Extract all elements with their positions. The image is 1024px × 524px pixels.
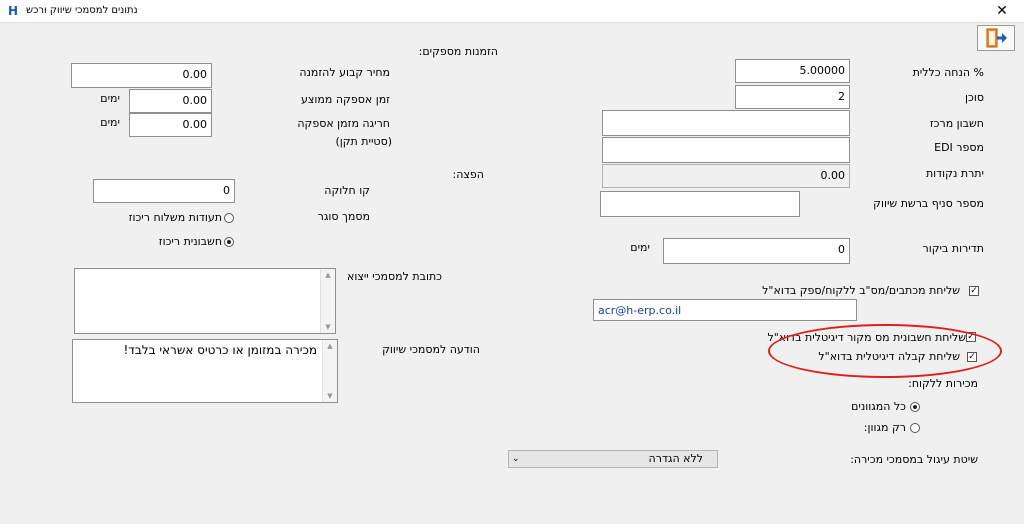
distribution-label: הפצה: — [452, 168, 484, 181]
visit-frequency-label: תדירות ביקור — [922, 242, 984, 255]
chevron-down-icon: ⌄ — [512, 454, 520, 464]
marketing-message-scrollbar[interactable]: ▲ ▼ — [322, 340, 337, 402]
scroll-down-icon[interactable]: ▼ — [321, 321, 335, 333]
supply-deviation-sublabel: (סטיית תקן) — [335, 135, 392, 148]
sales-all-radio[interactable] — [910, 402, 920, 412]
visit-frequency-input[interactable]: 0 — [663, 238, 850, 264]
highlight-ellipse — [768, 324, 1002, 378]
avg-supply-unit: ימים — [100, 92, 120, 105]
agent-input[interactable]: 2 — [735, 85, 850, 109]
avg-supply-input[interactable]: 0.00 — [129, 89, 212, 113]
division-line-label: קו חלוקה — [324, 184, 370, 197]
app-logo-icon: H — [7, 4, 19, 18]
scroll-down-icon[interactable]: ▼ — [323, 390, 337, 402]
exit-button[interactable] — [977, 25, 1015, 51]
fixed-price-input[interactable]: 0.00 — [71, 63, 212, 88]
exit-door-icon — [986, 28, 1007, 48]
edi-input[interactable] — [602, 137, 850, 163]
supply-deviation-unit: ימים — [100, 116, 120, 129]
marketing-message-text: מכירה במזומן או כרטיס אשראי בלבד! — [123, 343, 317, 357]
export-address-label: כתובת למסמכי ייצוא — [346, 270, 442, 283]
send-docs-label: שליחת מכתבים/מס"ב ללקוח/ספק בדוא"ל — [762, 284, 960, 297]
title-bar: H נתונים למסמכי שיווק ורכש ✕ — [0, 0, 1024, 23]
supply-deviation-label: חריגה מזמן אספקה — [297, 117, 390, 130]
marketing-message-textarea[interactable]: מכירה במזומן או כרטיס אשראי בלבד! ▲ ▼ — [72, 339, 338, 403]
division-line-input[interactable]: 0 — [93, 179, 235, 203]
close-window-button[interactable]: ✕ — [992, 2, 1012, 20]
scroll-up-icon[interactable]: ▲ — [321, 269, 335, 281]
rounding-select-value: ללא הגדרה — [648, 452, 703, 465]
marketing-message-label: הודעה למסמכי שיווק — [382, 343, 480, 356]
closing-doc-label: מסמך סוגר — [317, 210, 370, 223]
window-title: נתונים למסמכי שיווק ורכש — [26, 5, 138, 16]
branch-number-input[interactable] — [600, 191, 800, 217]
points-balance-value: 0.00 — [602, 164, 850, 188]
edi-label: מספר EDI — [934, 141, 984, 154]
closing-option2-radio[interactable] — [224, 237, 234, 247]
visit-frequency-unit: ימים — [630, 241, 650, 254]
avg-supply-label: זמן אספקה ממוצע — [301, 93, 390, 106]
send-docs-checkbox[interactable]: ✓ — [969, 286, 979, 296]
points-balance-label: יתרת נקודות — [925, 167, 984, 180]
closing-option1-radio[interactable] — [224, 213, 234, 223]
scroll-up-icon[interactable]: ▲ — [323, 340, 337, 352]
sales-only-label: רק מגוון: — [863, 421, 906, 434]
export-address-scrollbar[interactable]: ▲ ▼ — [320, 269, 335, 333]
fixed-price-label: מחיר קבוע להזמנה — [299, 66, 390, 79]
export-address-textarea[interactable]: ▲ ▼ — [74, 268, 336, 334]
email-input[interactable]: acr@h-erp.co.il — [593, 299, 857, 321]
total-discount-label: % הנחה כללית — [912, 66, 984, 79]
supply-deviation-input[interactable]: 0.00 — [129, 113, 212, 137]
central-account-label: חשבון מרכז — [929, 117, 984, 130]
rounding-label: שיטת עיגול במסמכי מכירה: — [850, 453, 978, 466]
sales-only-radio[interactable] — [910, 423, 920, 433]
sales-label: מכירות ללקוח: — [908, 377, 978, 390]
central-account-input[interactable] — [602, 110, 850, 136]
branch-number-label: מספר סניף ברשת שיווק — [873, 197, 984, 210]
total-discount-input[interactable]: 5.00000 — [735, 59, 850, 83]
supplier-orders-label: הזמנות מספקים: — [418, 45, 498, 58]
closing-option1-label: תעודות משלוח ריכוז — [128, 211, 222, 224]
rounding-select[interactable]: ⌄ ללא הגדרה — [508, 450, 718, 468]
agent-label: סוכן — [965, 91, 984, 104]
closing-option2-label: חשבונית ריכוז — [158, 235, 222, 248]
sales-all-label: כל המגוונים — [851, 400, 906, 413]
